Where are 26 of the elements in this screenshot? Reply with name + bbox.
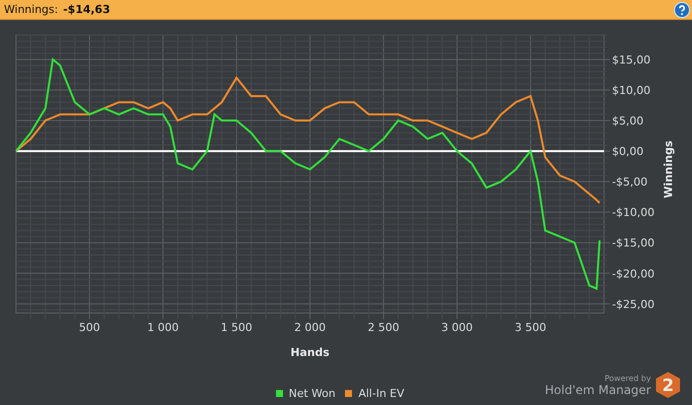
y-tick-label: $5,00 (612, 114, 644, 128)
x-tick-label: 3 000 (441, 321, 473, 334)
y-tick-label: -$25,00 (612, 298, 654, 311)
x-tick-label: 2 500 (368, 321, 400, 334)
x-tick-label: 3 500 (514, 321, 546, 334)
y-tick-label: $15,00 (612, 53, 650, 66)
winnings-label: Winnings: (4, 3, 58, 16)
x-tick-label: 1 500 (220, 321, 252, 334)
x-tick-label: 500 (79, 321, 100, 334)
y-tick-label: -$5,00 (612, 176, 648, 189)
logo-badge: 2 (656, 372, 680, 398)
y-axis-title: Winnings (662, 140, 675, 198)
y-tick-label: -$10,00 (612, 206, 654, 220)
legend-label: All-In EV (358, 386, 404, 400)
y-tick-label: -$15,00 (612, 236, 654, 250)
powered-by-text: Powered by (604, 374, 651, 382)
legend-label: Net Won (288, 386, 336, 400)
y-tick-label: $10,00 (612, 84, 650, 97)
product-name: Hold'em Manager (544, 382, 651, 396)
y-tick-label: $0,00 (612, 145, 644, 158)
help-icon[interactable] (674, 2, 690, 18)
x-tick-label: 1 000 (147, 321, 179, 334)
winnings-value: -$14,63 (63, 3, 110, 16)
x-tick-label: 2 000 (294, 321, 326, 334)
y-tick-label: -$20,00 (612, 267, 654, 280)
x-axis-title: Hands (290, 346, 330, 359)
